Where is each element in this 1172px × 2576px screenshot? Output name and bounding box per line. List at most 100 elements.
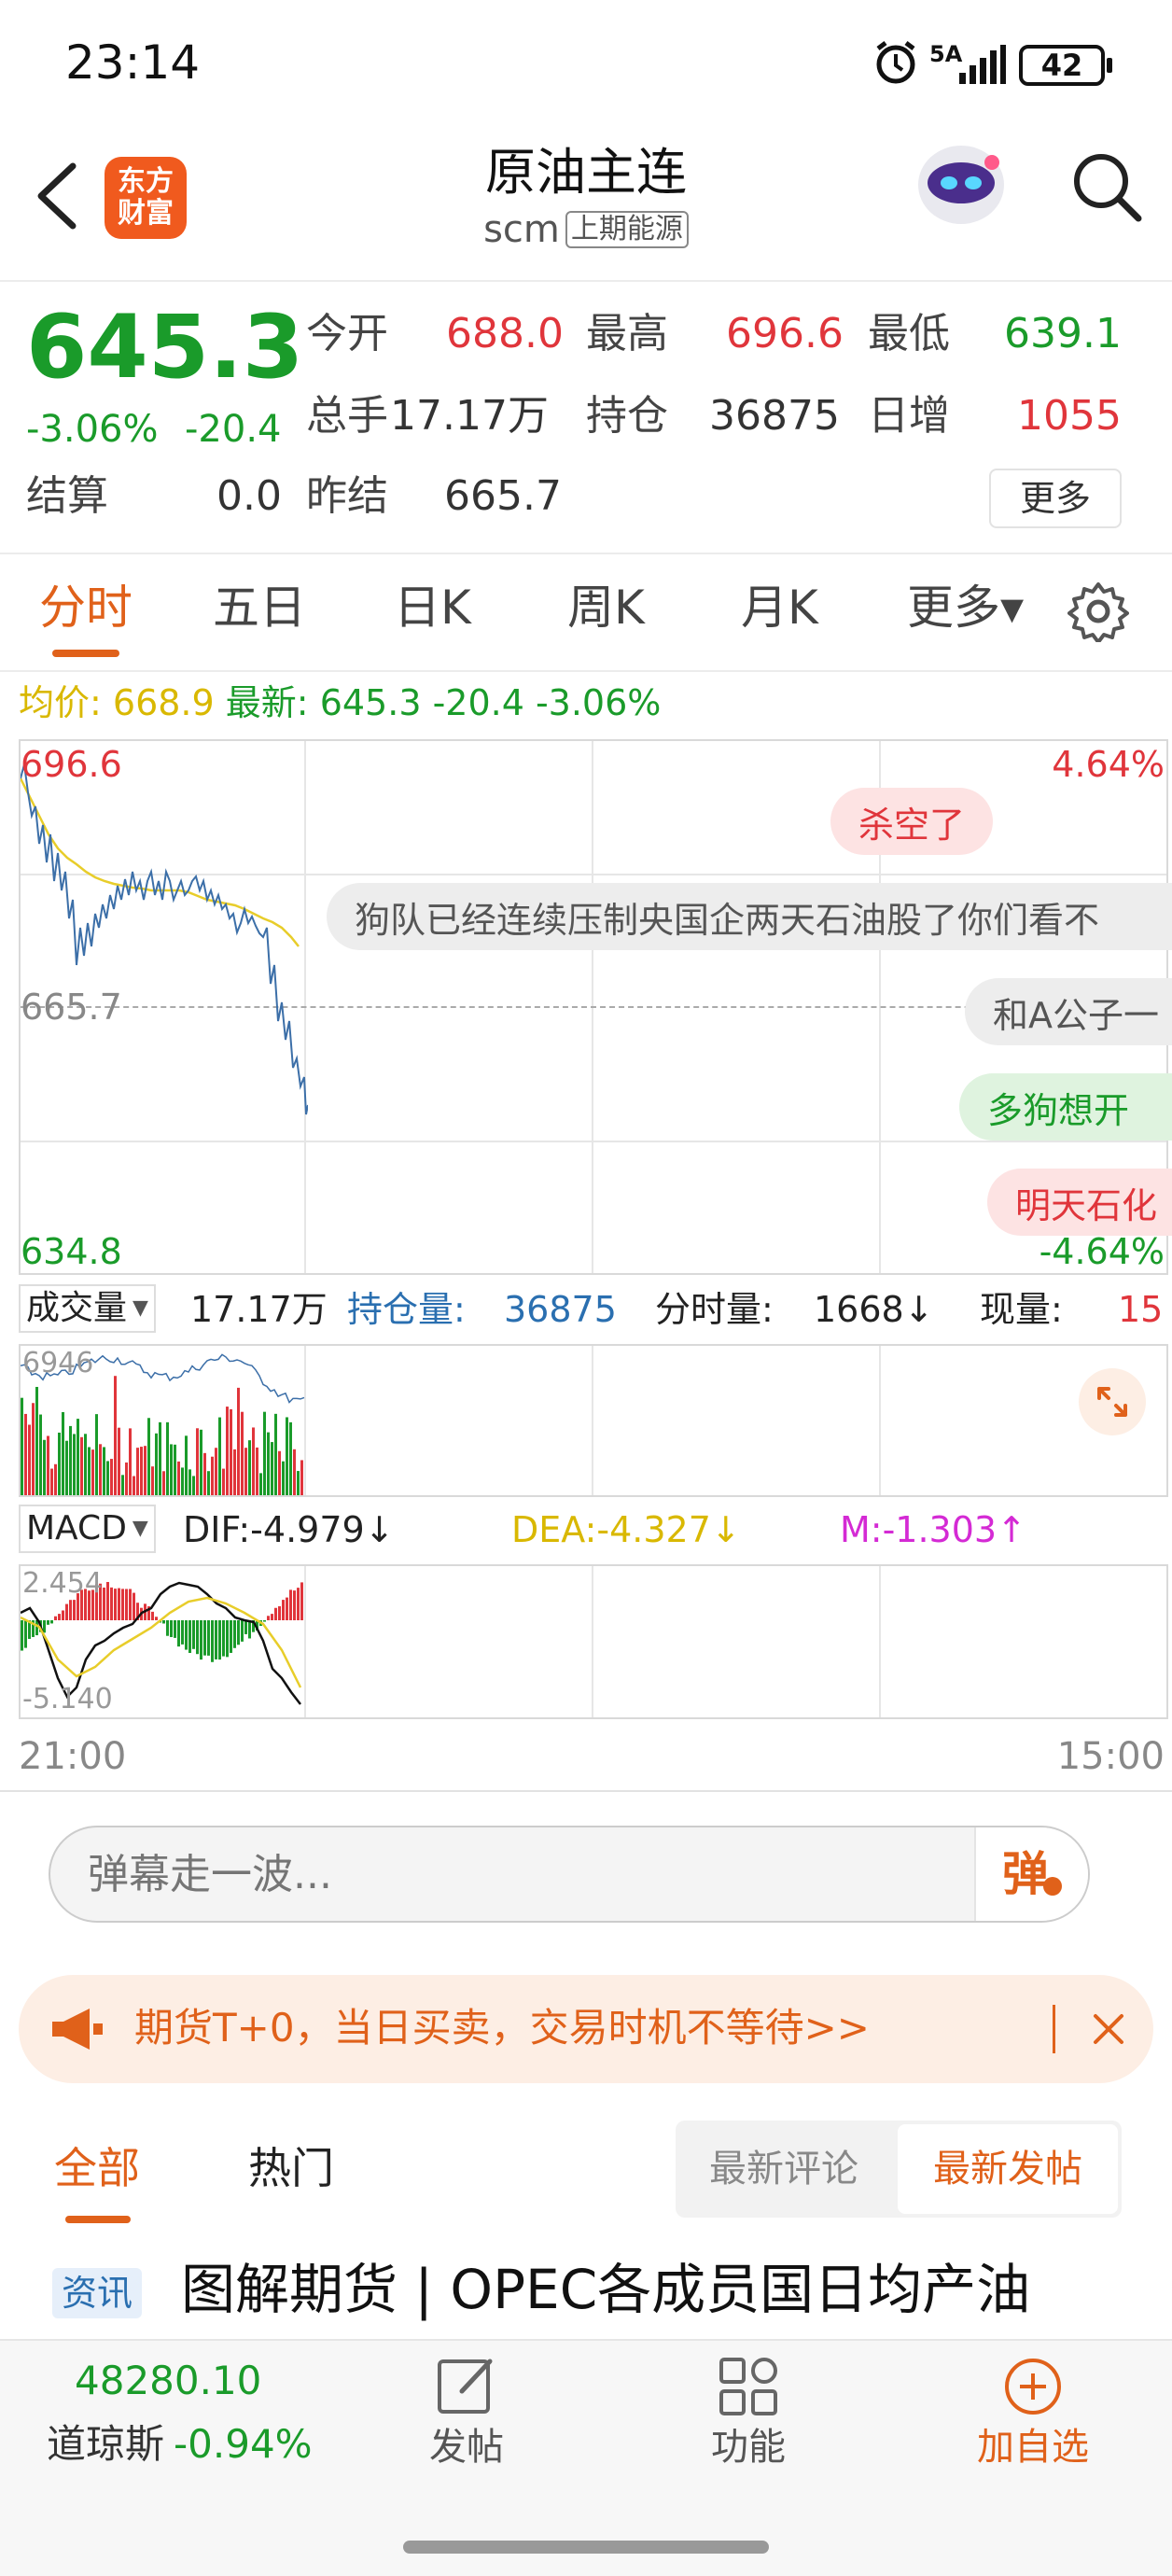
tab-five-day[interactable]: 五日 — [213, 584, 306, 631]
feed-tab-hot[interactable]: 热门 — [248, 2147, 334, 2190]
macd-bar — [62, 1610, 64, 1620]
macd-bar — [118, 1588, 120, 1620]
volume-bar — [166, 1421, 169, 1495]
macd-bar — [177, 1620, 180, 1647]
feed-sort-toggle: 最新评论 最新发帖 — [676, 2121, 1122, 2218]
macd-bar — [155, 1617, 158, 1620]
tabs-divider — [0, 670, 1172, 672]
more-details-button[interactable]: 更多 — [989, 469, 1122, 528]
search-icon[interactable] — [1069, 149, 1144, 224]
volume-bar — [151, 1466, 154, 1495]
sort-latest-post[interactable]: 最新发帖 — [898, 2124, 1118, 2214]
volume-selector[interactable]: 成交量 ▼ — [19, 1284, 156, 1333]
assistant-robot-icon[interactable] — [910, 138, 1012, 231]
daily-increase-label: 日增 — [868, 392, 950, 440]
macd-bar — [282, 1600, 285, 1620]
plus-circle-icon — [1005, 2359, 1061, 2415]
volume-value: 17.17万 — [390, 392, 549, 440]
time-axis-start: 21:00 — [19, 1735, 127, 1778]
volume-bar — [241, 1411, 244, 1495]
volume-bar — [110, 1459, 113, 1495]
promo-separator — [1053, 2005, 1055, 2053]
macd-dea: DEA:-4.327↓ — [511, 1509, 741, 1550]
sort-latest-comment[interactable]: 最新评论 — [709, 2150, 858, 2188]
open-value: 688.0 — [446, 310, 564, 357]
macd-bar — [21, 1620, 23, 1651]
volume-bar — [248, 1440, 251, 1495]
position-value: 36875 — [709, 392, 840, 440]
expand-icon[interactable] — [1079, 1368, 1146, 1435]
add-watchlist-button[interactable]: 加自选 — [954, 2354, 1112, 2485]
news-item[interactable]: 资讯 图解期货 | OPEC各成员国日均产油 — [0, 2249, 1172, 2337]
macd-bar — [230, 1620, 232, 1653]
volume-bar — [170, 1444, 173, 1495]
tab-more[interactable]: 更多▾ — [907, 584, 1024, 631]
volume-bar — [218, 1417, 221, 1495]
macd-bar — [106, 1581, 109, 1620]
edit-icon — [438, 2359, 493, 2414]
change-value: -20.4 — [185, 408, 282, 451]
macd-bar — [248, 1620, 251, 1639]
macd-bar — [192, 1620, 195, 1649]
prev-settle-value: 665.7 — [444, 472, 562, 520]
volume-bar — [162, 1471, 165, 1495]
battery-icon: 42 — [1019, 45, 1105, 86]
chart-bottom-divider — [0, 1790, 1172, 1792]
volume-bar — [54, 1463, 57, 1495]
news-title: 图解期货 | OPEC各成员国日均产油 — [181, 2258, 1031, 2321]
volume-bar — [58, 1432, 61, 1495]
post-button[interactable]: 发帖 — [411, 2354, 523, 2485]
macd-bar — [263, 1620, 266, 1622]
tab-intraday[interactable]: 分时 — [39, 584, 133, 631]
tab-monthly-k[interactable]: 月K — [741, 584, 818, 631]
macd-axis-top: 2.454 — [22, 1567, 103, 1600]
position-label: 持仓 — [586, 392, 668, 440]
index-name[interactable]: 道琼斯 — [47, 2425, 164, 2464]
index-value[interactable]: 48280.10 — [75, 2361, 261, 2401]
macd-bar — [207, 1620, 210, 1656]
low-label: 最低 — [868, 310, 950, 357]
macd-bar — [121, 1589, 124, 1620]
close-icon[interactable] — [1088, 2009, 1129, 2050]
macd-bar — [222, 1620, 225, 1657]
volume-bar — [274, 1413, 277, 1495]
volume-bar — [24, 1413, 27, 1495]
macd-bar — [211, 1620, 214, 1662]
macd-bar — [47, 1620, 49, 1625]
home-indicator — [403, 2541, 769, 2554]
macd-axis-bottom: -5.140 — [22, 1683, 113, 1715]
grid-vline — [879, 1346, 881, 1495]
danmaku-input-field[interactable] — [50, 1827, 974, 1921]
feed-tab-all[interactable]: 全部 — [54, 2147, 140, 2190]
volume-bar — [35, 1386, 38, 1495]
functions-button[interactable]: 功能 — [692, 2354, 804, 2485]
grid-vline — [592, 1346, 593, 1495]
volume-bar — [188, 1469, 191, 1495]
macd-bar — [196, 1620, 199, 1655]
tab-daily-k[interactable]: 日K — [394, 584, 471, 631]
macd-selector[interactable]: MACD ▼ — [19, 1505, 156, 1553]
macd-bar — [133, 1592, 135, 1620]
volume-bar — [80, 1436, 83, 1495]
danmaku-input[interactable]: 弹 — [49, 1826, 1090, 1923]
last-price: 645.3 — [26, 297, 304, 399]
volume-bar — [185, 1435, 188, 1495]
danmaku-send-button[interactable]: 弹 — [974, 1827, 1088, 1921]
settings-gear-icon[interactable] — [1067, 581, 1129, 644]
volume-axis-top: 6946 — [22, 1347, 94, 1379]
chart-max-price: 696.6 — [21, 744, 122, 785]
promo-banner[interactable]: 期货T+0，当日买卖，交易时机不等待>> — [19, 1975, 1153, 2083]
macd-bar — [293, 1590, 296, 1620]
macd-bar — [65, 1603, 68, 1620]
tab-active-indicator — [52, 650, 119, 657]
megaphone-icon — [49, 2005, 105, 2053]
grid-vline — [879, 1566, 881, 1717]
subtitle-row: scm 上期能源 — [467, 207, 705, 252]
volume-bar — [136, 1448, 139, 1495]
header-divider — [0, 280, 1172, 282]
tab-weekly-k[interactable]: 周K — [567, 584, 645, 631]
index-change[interactable]: -0.94% — [174, 2425, 313, 2464]
battery-tip — [1107, 58, 1112, 73]
volume-bar — [230, 1408, 232, 1495]
volume-bar — [159, 1421, 161, 1495]
